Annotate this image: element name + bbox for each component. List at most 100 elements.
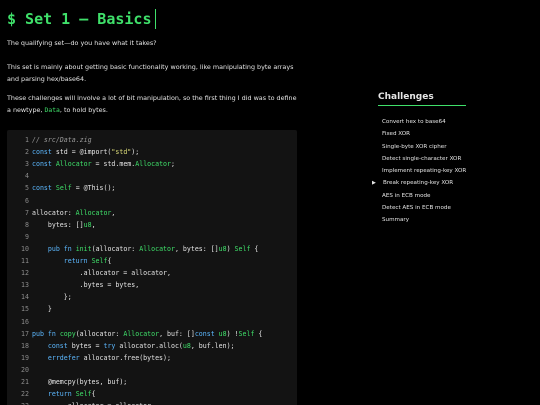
code-line: 16: [7, 316, 297, 328]
code-text: errdefer allocator.free(bytes);: [32, 352, 171, 364]
code-token: , bytes: []: [174, 244, 219, 253]
code-text: pub fn copy(allocator: Allocator, buf: […: [32, 328, 262, 340]
code-token: bytes =: [67, 341, 104, 350]
code-text: allocator: Allocator,: [32, 207, 115, 219]
line-number: 13: [21, 281, 29, 290]
code-token: bytes: []: [32, 220, 84, 229]
challenge-label: Implement repeating-key XOR: [382, 168, 467, 175]
code-text: pub fn init(allocator: Allocator, bytes:…: [32, 243, 259, 255]
code-line: 19 errdefer allocator.free(bytes);: [7, 352, 297, 364]
line-number: 16: [21, 317, 29, 326]
code-token: return: [63, 257, 88, 265]
code-token: }: [32, 305, 52, 314]
challenge-link[interactable]: Fixed XOR: [378, 128, 468, 140]
code-text: .allocator = allocator,: [32, 267, 171, 279]
code-text: // src/Data.zig: [32, 134, 92, 146]
code-token: errdefer: [47, 353, 80, 362]
code-token: (allocator:: [75, 329, 124, 338]
code-token: allocator:: [32, 208, 76, 217]
code-token: Allocator: [139, 244, 175, 253]
code-line: 3 const Allocator = std.mem.Allocator;: [7, 158, 297, 170]
inline-code-data[interactable]: Data: [45, 106, 60, 114]
code-token: .allocator = allocator,: [32, 269, 171, 278]
line-number: 23: [7, 400, 29, 405]
code-token: Self: [55, 184, 72, 193]
line-number: 14: [21, 293, 29, 302]
line-number: 11: [21, 257, 29, 265]
code-line: 12 .allocator = allocator,: [7, 267, 297, 279]
challenge-link[interactable]: Convert hex to base64: [378, 116, 468, 128]
code-token: Self: [238, 329, 255, 338]
code-token: {: [254, 329, 263, 338]
code-line: 14 };: [7, 291, 297, 303]
challenge-label: Convert hex to base64: [382, 119, 446, 125]
code-line: 22 return Self{: [7, 388, 297, 400]
code-token: Self: [75, 390, 92, 399]
code-token: Self: [234, 244, 251, 253]
code-token: );: [131, 148, 140, 157]
challenge-link[interactable]: Single-byte XOR cipher: [378, 141, 468, 153]
code-token: Allocator: [123, 329, 160, 338]
line-number: 1: [25, 136, 29, 144]
code-token: u8: [182, 341, 191, 350]
line-number: 17: [21, 329, 29, 338]
code-text: return Self{: [32, 255, 112, 267]
code-line: 11 return Self{: [7, 255, 297, 267]
challenge-link[interactable]: Detect AES in ECB mode: [378, 202, 468, 214]
code-token: allocator.alloc(: [115, 341, 183, 350]
code-token: copy: [59, 329, 76, 338]
code-block[interactable]: 1// src/Data.zig 2 const std = @import("st…: [7, 130, 297, 405]
code-token: "std": [111, 148, 132, 157]
code-text: const Allocator = std.mem.Allocator;: [32, 158, 175, 170]
line-number: 18: [21, 341, 29, 350]
code-line: 2 const std = @import("std");: [7, 146, 297, 158]
code-token: pub fn: [32, 329, 56, 338]
line-number: 15: [21, 305, 29, 314]
code-token: allocator.free(bytes);: [79, 353, 171, 362]
code-line: 23 .allocator = allocator,: [7, 400, 297, 405]
line-number: 5: [25, 184, 29, 193]
code-line: 15 }: [7, 303, 297, 315]
code-line: 21 @memcpy(bytes, buf);: [7, 376, 297, 388]
line-number: 21: [21, 378, 29, 386]
challenge-link[interactable]: Summary: [378, 214, 468, 226]
challenges-sidebar: Challenges Convert hex to base64 Fixed XO…: [372, 92, 468, 227]
challenge-label: Summary: [382, 217, 410, 224]
code-token: = std.mem.: [91, 160, 136, 169]
challenge-link[interactable]: Implement repeating-key XOR: [378, 165, 468, 177]
code-token: ,: [111, 208, 116, 217]
code-text: };: [32, 291, 72, 303]
code-text: }: [32, 303, 52, 315]
code-line: 9: [7, 231, 297, 243]
code-token: Allocator: [75, 208, 112, 217]
code-token: .bytes = bytes,: [32, 281, 140, 290]
code-line: 7 allocator: Allocator,: [7, 207, 297, 219]
code-token: = @This();: [71, 184, 116, 193]
code-token: {: [91, 390, 96, 399]
code-token: (allocator:: [91, 244, 140, 253]
code-token: Allocator: [55, 160, 92, 169]
challenge-link[interactable]: AES in ECB mode: [378, 190, 468, 202]
code-line: 17 pub fn copy(allocator: Allocator, buf:…: [7, 328, 297, 340]
line-number: 20: [21, 365, 29, 374]
line-number: 3: [25, 160, 29, 169]
code-token: const: [32, 160, 52, 169]
code-token: return: [47, 390, 72, 399]
code-token: try: [103, 341, 116, 350]
code-token: ;: [170, 160, 175, 169]
code-token: u8: [218, 329, 227, 338]
code-line: 18 const bytes = try allocator.alloc(u8,…: [7, 340, 297, 352]
challenge-link[interactable]: ▶ Break repeating-key XOR: [372, 177, 468, 189]
line-number: 9: [25, 232, 29, 241]
paragraph-text-end: , to hold bytes.: [59, 105, 108, 114]
code-token: ) !: [226, 329, 239, 338]
code-line: 20: [7, 364, 297, 376]
challenge-link[interactable]: Detect single-character XOR: [378, 153, 468, 165]
newtype-paragraph: These challenges will involve a lot of b…: [7, 93, 297, 116]
code-text: @memcpy(bytes, buf);: [32, 376, 127, 388]
code-token: , buf.len);: [190, 341, 235, 350]
intro-paragraph: The qualifying set—do you have what it t…: [7, 39, 157, 47]
code-line: 8 bytes: []u8,: [7, 219, 297, 231]
